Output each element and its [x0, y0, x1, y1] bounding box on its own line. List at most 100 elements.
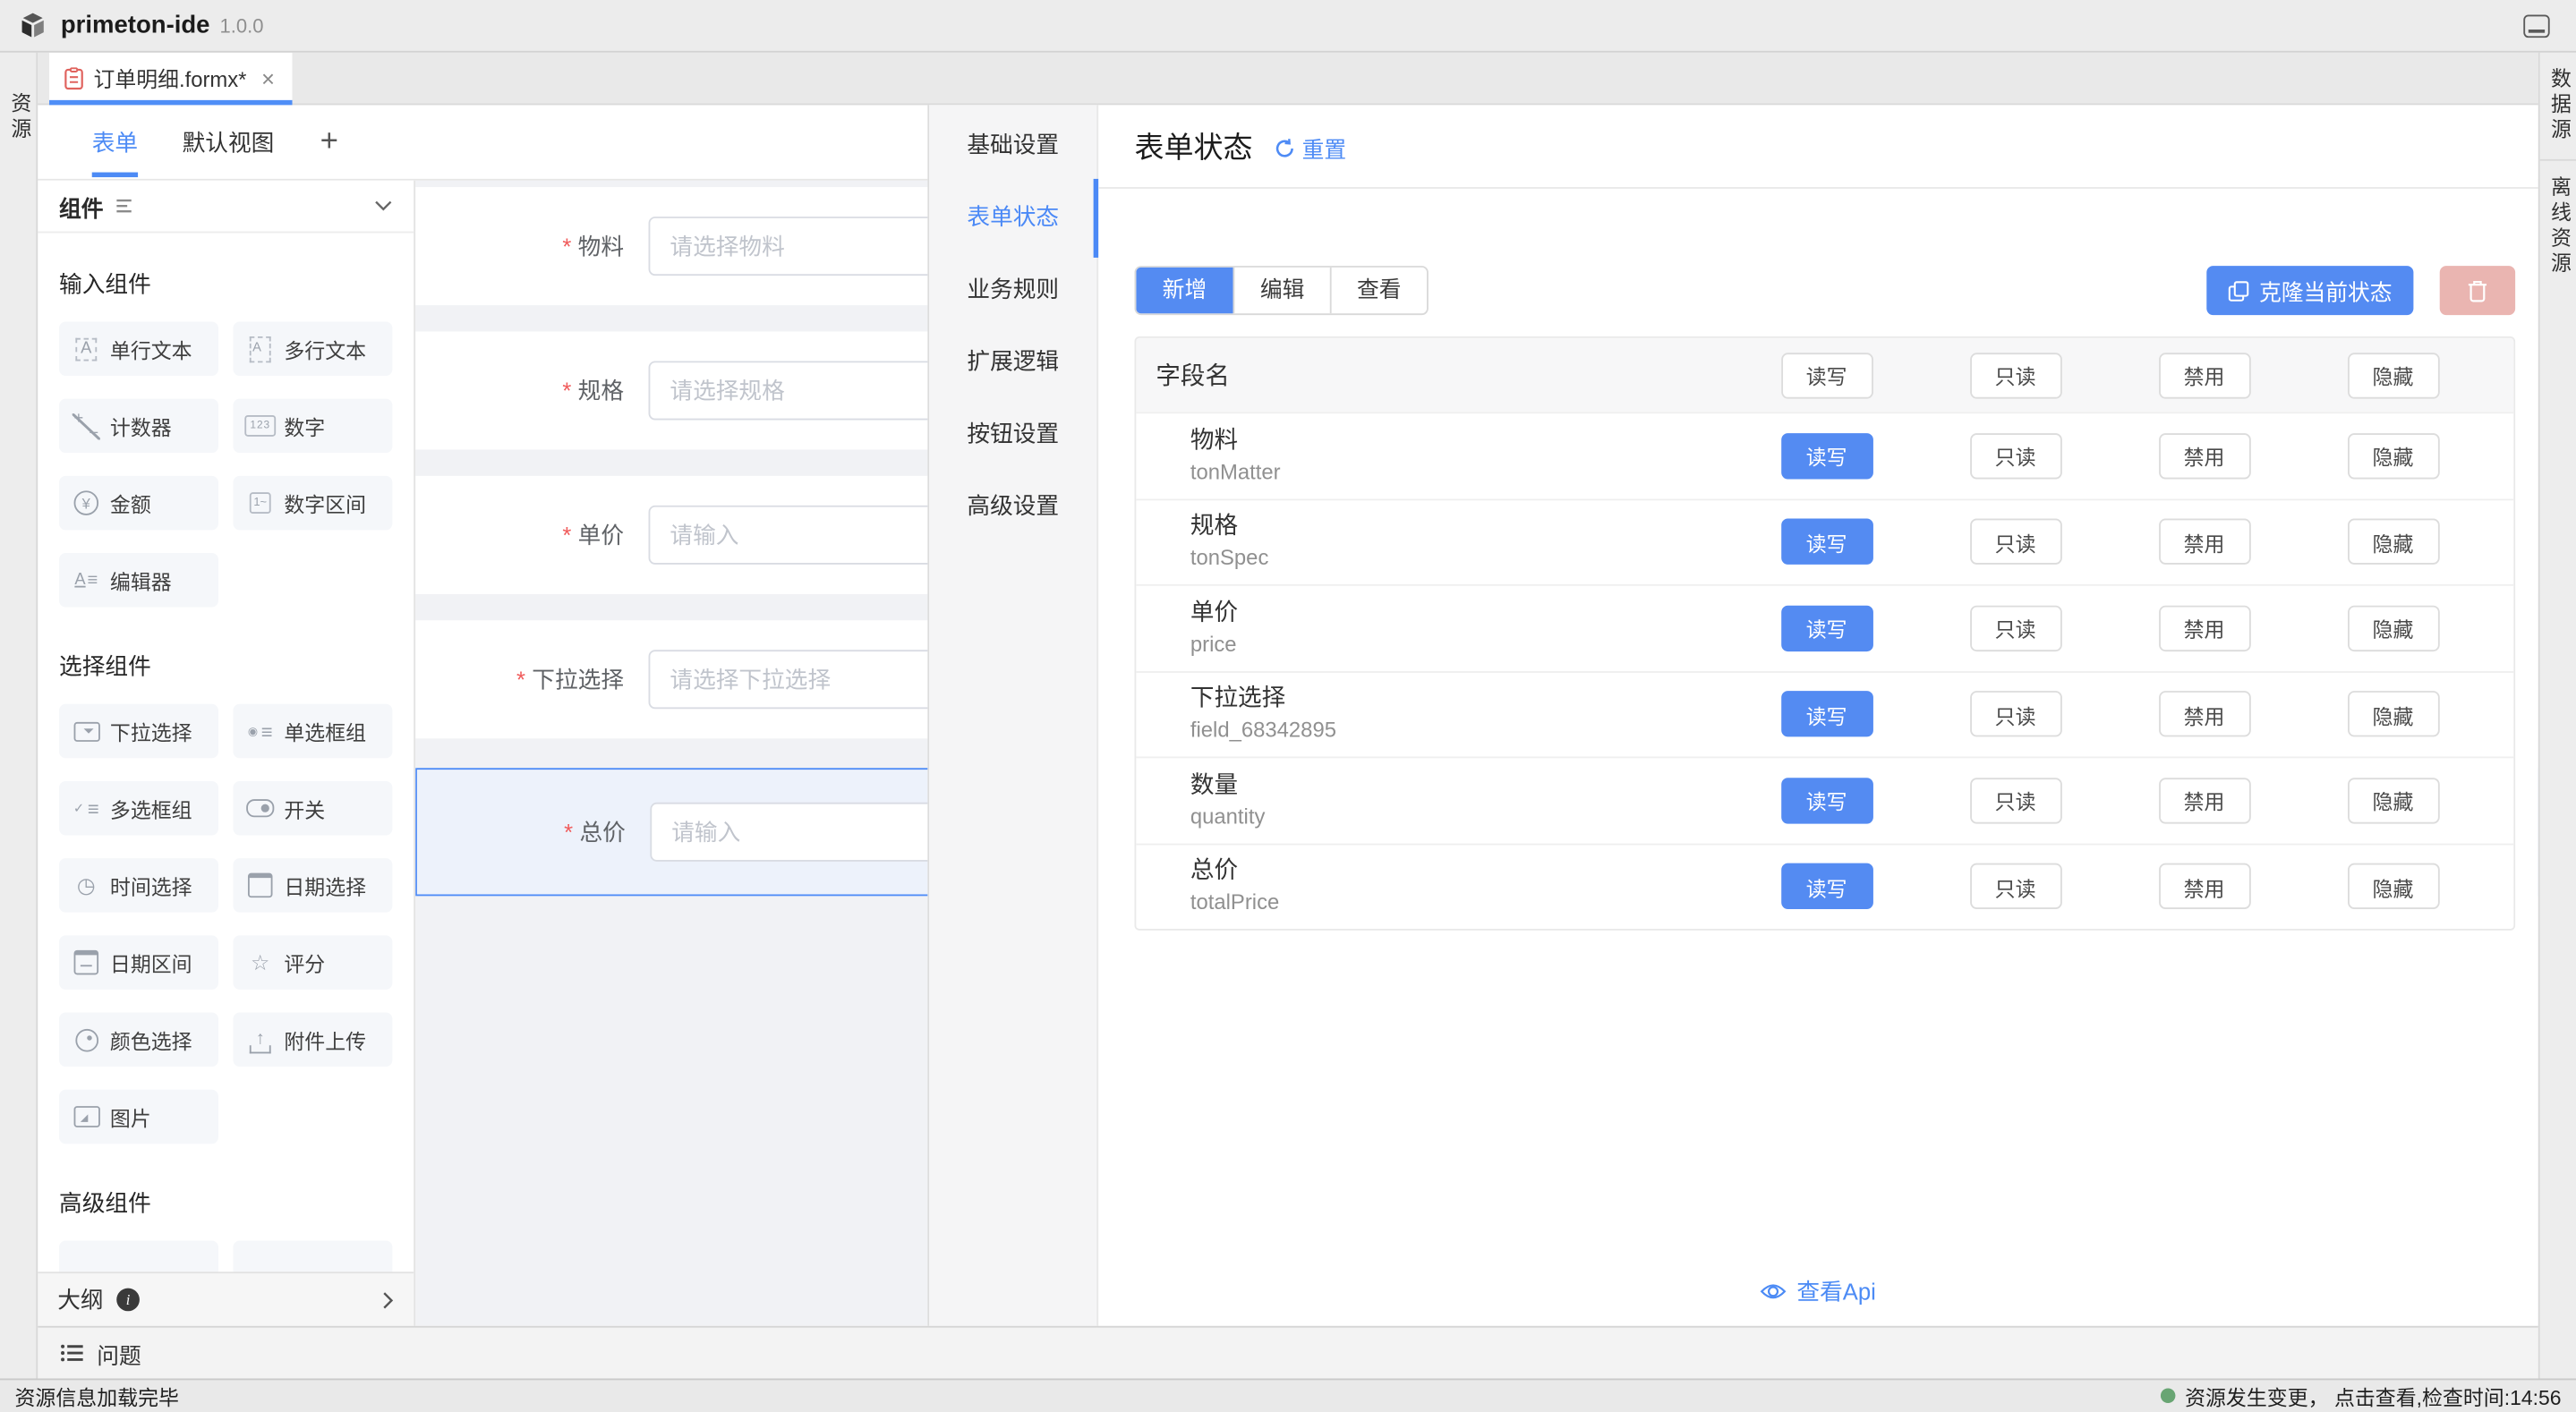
component-item[interactable]: 日期区间 — [59, 935, 218, 990]
component-item[interactable]: 下拉选择 — [59, 704, 218, 759]
mode-button-hidden[interactable]: 隐藏 — [2347, 605, 2439, 651]
mode-button-hidden[interactable]: 隐藏 — [2347, 519, 2439, 565]
mode-cell: 隐藏 — [2299, 433, 2487, 479]
view-api-link[interactable]: 查看Api — [1098, 1275, 2538, 1308]
component-item[interactable]: 日期选择 — [233, 858, 392, 913]
field-code: quantity — [1190, 802, 1732, 829]
close-tab-icon[interactable]: × — [261, 64, 275, 90]
component-item[interactable]: 单行文本 — [59, 321, 218, 376]
outline-panel-header[interactable]: 大纲 i — [38, 1272, 414, 1326]
layout-panel-icon[interactable] — [2523, 14, 2549, 38]
mode-button-readonly[interactable]: 只读 — [1969, 863, 2061, 909]
settings-menu-item-business-rules[interactable]: 业务规则 — [929, 252, 1096, 325]
i-radio-group-icon — [246, 718, 274, 744]
mode-header-button-readwrite[interactable]: 读写 — [1780, 352, 1872, 397]
app-logo-icon — [16, 9, 49, 42]
component-item-partial[interactable] — [59, 1240, 218, 1272]
mode-button-readonly[interactable]: 只读 — [1969, 519, 2061, 565]
component-item[interactable]: 多行文本 — [233, 321, 392, 376]
app-version: 1.0.0 — [220, 15, 264, 38]
mode-button-disabled[interactable]: 禁用 — [2158, 692, 2250, 737]
component-item[interactable]: 开关 — [233, 781, 392, 836]
component-item[interactable]: 单选框组 — [233, 704, 392, 759]
chevron-right-icon[interactable] — [382, 1290, 394, 1308]
status-green-dot-icon — [2161, 1389, 2176, 1404]
file-tab-name: 订单明细.formx* — [94, 63, 247, 94]
mode-button-hidden[interactable]: 隐藏 — [2347, 692, 2439, 737]
component-item[interactable]: 图片 — [59, 1090, 218, 1144]
mode-button-readonly[interactable]: 只读 — [1969, 778, 2061, 823]
component-item[interactable]: 评分 — [233, 935, 392, 990]
component-item-partial[interactable] — [233, 1240, 392, 1272]
datasource-rail-tab[interactable]: 数据源 — [2539, 67, 2576, 143]
active-tab-underline — [49, 100, 292, 106]
section-heading: 输入组件 — [59, 268, 412, 301]
mode-button-hidden[interactable]: 隐藏 — [2347, 433, 2439, 479]
mode-header-button-readonly[interactable]: 只读 — [1969, 352, 2061, 397]
settings-menu-item-extend-logic[interactable]: 扩展逻辑 — [929, 325, 1096, 397]
mode-button-disabled[interactable]: 禁用 — [2158, 778, 2250, 823]
component-sections: 输入组件单行文本多行文本计数器数字金额数字区间编辑器选择组件下拉选择单选框组多选… — [38, 233, 412, 1272]
mode-button-readwrite[interactable]: 读写 — [1780, 605, 1872, 651]
i-amount-icon — [73, 489, 100, 515]
file-tab-order-detail[interactable]: 订单明细.formx* × — [49, 53, 292, 104]
component-item-label: 单行文本 — [110, 333, 192, 364]
component-item-label: 附件上传 — [284, 1024, 366, 1055]
add-view-button[interactable]: + — [320, 123, 338, 159]
mode-button-readwrite[interactable]: 读写 — [1780, 519, 1872, 565]
collapse-panel-chevron-icon[interactable] — [374, 200, 392, 212]
clone-label: 克隆当前状态 — [2259, 274, 2393, 307]
component-grid: 单行文本 多行文本计数器数字金额数字区间编辑器 — [38, 321, 412, 607]
reset-link[interactable]: 重置 — [1274, 132, 1346, 165]
mode-button-hidden[interactable]: 隐藏 — [2347, 863, 2439, 909]
component-item[interactable]: 附件上传 — [233, 1013, 392, 1068]
component-panel: 组件 输入组件单行文本多行文本计数器数字金额数字区间编辑器选择组件下拉选择单选框… — [38, 181, 415, 1326]
mode-button-hidden[interactable]: 隐藏 — [2347, 778, 2439, 823]
component-item[interactable]: 时间选择 — [59, 858, 218, 913]
mode-button-readwrite[interactable]: 读写 — [1780, 692, 1872, 737]
field-code: tonSpec — [1190, 543, 1732, 571]
component-item[interactable]: 计数器 — [59, 399, 218, 454]
mode-button-readonly[interactable]: 只读 — [1969, 605, 2061, 651]
tab-form[interactable]: 表单 — [92, 104, 138, 179]
offline-resources-rail-tab[interactable]: 离线资源 — [2539, 174, 2576, 276]
field-label: *下拉选择 — [415, 620, 624, 738]
mode-button-disabled[interactable]: 禁用 — [2158, 519, 2250, 565]
i-daterange-icon — [73, 949, 100, 975]
component-item[interactable]: 编辑器 — [59, 553, 218, 608]
resources-rail-tab[interactable]: 资源 — [0, 92, 37, 143]
form-state-panel: 表单状态 重置 新增编辑查看 — [1098, 105, 2538, 1325]
reset-icon — [1274, 137, 1295, 158]
settings-menu-item-basic-settings[interactable]: 基础设置 — [929, 108, 1096, 181]
mode-button-readwrite[interactable]: 读写 — [1780, 778, 1872, 823]
component-item[interactable]: 颜色选择 — [59, 1013, 218, 1068]
tab-default-view[interactable]: 默认视图 — [183, 104, 275, 179]
mode-header-button-disabled[interactable]: 禁用 — [2158, 352, 2250, 397]
resource-change-status[interactable]: 资源发生变更， 点击查看,检查时间:14:56 — [2161, 1381, 2562, 1412]
clone-current-state-button[interactable]: 克隆当前状态 — [2206, 266, 2413, 315]
state-tab-edit[interactable]: 编辑 — [1233, 268, 1330, 313]
mode-button-disabled[interactable]: 禁用 — [2158, 605, 2250, 651]
component-item[interactable]: 数字区间 — [233, 476, 392, 531]
component-item[interactable]: 金额 — [59, 476, 218, 531]
component-item[interactable]: 多选框组 — [59, 781, 218, 836]
component-item[interactable]: 数字 — [233, 399, 392, 454]
delete-state-button[interactable] — [2440, 266, 2515, 315]
field-name-cell: 物料tonMatter — [1136, 426, 1732, 485]
mode-header-button-hidden[interactable]: 隐藏 — [2347, 352, 2439, 397]
problems-panel-header[interactable]: 问题 — [38, 1326, 2538, 1379]
component-grid — [38, 1240, 412, 1272]
mode-button-readwrite[interactable]: 读写 — [1780, 433, 1872, 479]
mode-button-readwrite[interactable]: 读写 — [1780, 863, 1872, 909]
state-tab-view[interactable]: 查看 — [1330, 268, 1427, 313]
mode-button-readonly[interactable]: 只读 — [1969, 692, 2061, 737]
mode-button-readonly[interactable]: 只读 — [1969, 433, 2061, 479]
mode-button-disabled[interactable]: 禁用 — [2158, 863, 2250, 909]
field-label: *物料 — [415, 187, 624, 305]
mode-button-disabled[interactable]: 禁用 — [2158, 433, 2250, 479]
state-tab-add[interactable]: 新增 — [1136, 266, 1233, 315]
settings-menu-item-button-settings[interactable]: 按钮设置 — [929, 397, 1096, 470]
settings-menu-item-form-state[interactable]: 表单状态 — [929, 181, 1096, 253]
component-item-label: 下拉选择 — [110, 716, 192, 747]
settings-menu-item-advanced-settings[interactable]: 高级设置 — [929, 470, 1096, 542]
